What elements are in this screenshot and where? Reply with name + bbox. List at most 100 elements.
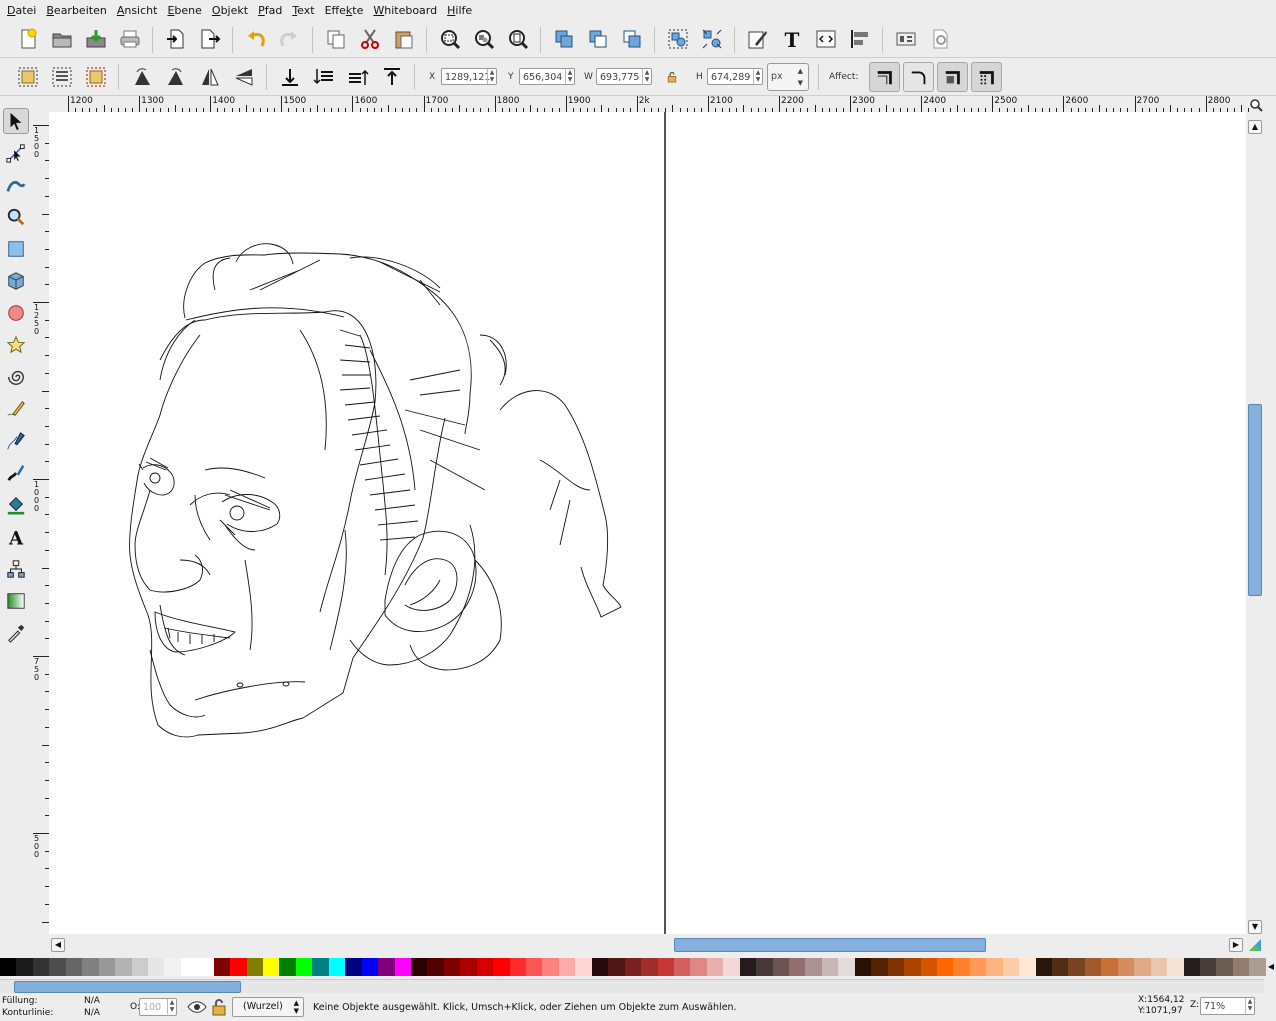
palette-swatch[interactable] xyxy=(1199,958,1217,976)
palette-menu-icon[interactable]: ◀ xyxy=(1266,958,1276,976)
select-all-layers-button[interactable] xyxy=(48,63,76,91)
zoom-tool[interactable] xyxy=(3,204,29,230)
palette-swatch[interactable] xyxy=(1084,958,1102,976)
unlink-clone-button[interactable] xyxy=(618,25,646,53)
palette-swatch[interactable] xyxy=(854,958,872,976)
palette-swatch[interactable] xyxy=(1117,958,1135,976)
palette-swatch[interactable] xyxy=(624,958,642,976)
palette-swatch[interactable] xyxy=(378,958,395,976)
color-manage-icon[interactable] xyxy=(1248,938,1262,952)
palette-swatch[interactable] xyxy=(1134,958,1151,976)
palette-swatch[interactable] xyxy=(49,958,66,976)
palette-swatch[interactable] xyxy=(164,958,181,976)
text-font-button[interactable]: T xyxy=(778,25,806,53)
palette-swatch[interactable] xyxy=(82,958,99,976)
palette-swatch[interactable] xyxy=(230,958,247,976)
zoom-drawing-button[interactable] xyxy=(470,25,498,53)
layer-lock-icon[interactable] xyxy=(205,993,233,1021)
palette-swatch[interactable] xyxy=(871,958,888,976)
menu-item-objekt[interactable]: Objekt xyxy=(207,0,253,21)
palette-swatch[interactable] xyxy=(657,958,674,976)
menu-item-datei[interactable]: Datei xyxy=(2,0,41,21)
export-button[interactable] xyxy=(196,25,224,53)
deselect-button[interactable] xyxy=(82,63,110,91)
palette-swatch[interactable] xyxy=(295,958,313,976)
x-spin-arrows[interactable]: ▲ ▼ xyxy=(487,69,496,84)
palette-swatch[interactable] xyxy=(361,958,379,976)
palette-swatch[interactable] xyxy=(246,958,263,976)
zoom-field[interactable]: 71% ▲ ▼ xyxy=(1200,997,1255,1015)
palette-swatch[interactable] xyxy=(410,958,428,976)
new-document-button[interactable] xyxy=(14,25,42,53)
selector-tool[interactable] xyxy=(3,108,29,134)
palette-swatch[interactable] xyxy=(1150,958,1168,976)
print-button[interactable] xyxy=(116,25,144,53)
connector-tool[interactable] xyxy=(3,556,29,582)
palette-swatch[interactable] xyxy=(821,958,839,976)
palette-swatch[interactable] xyxy=(213,958,231,976)
palette-swatch[interactable] xyxy=(904,958,921,976)
opacity-field[interactable]: 100 ▲ ▼ xyxy=(139,998,177,1016)
palette-swatch[interactable] xyxy=(131,958,148,976)
palette-swatch[interactable] xyxy=(1101,958,1118,976)
vertical-scrollbar[interactable]: ▲ ▼ xyxy=(1246,120,1262,934)
palette-swatch[interactable] xyxy=(16,958,33,976)
horizontal-scrollbar[interactable]: ◀ ▶ xyxy=(49,937,1246,953)
gradient-tool[interactable] xyxy=(3,588,29,614)
palette-swatch[interactable] xyxy=(1035,958,1052,976)
palette-swatch[interactable] xyxy=(32,958,50,976)
palette-swatch[interactable] xyxy=(789,958,806,976)
redo-button[interactable] xyxy=(274,25,302,53)
height-field[interactable]: 674,289 ▲ ▼ xyxy=(707,68,763,85)
affect-patterns-toggle[interactable] xyxy=(971,62,1002,92)
scroll-up-arrow-icon[interactable]: ▲ xyxy=(1248,120,1262,134)
palette-swatch[interactable] xyxy=(936,958,954,976)
zoom-page-button[interactable] xyxy=(504,25,532,53)
palette-swatch[interactable] xyxy=(1167,958,1184,976)
text-tool[interactable]: A xyxy=(3,524,29,550)
scroll-left-arrow-icon[interactable]: ◀ xyxy=(51,938,65,952)
palette-swatch[interactable] xyxy=(969,958,987,976)
dropper-tool[interactable] xyxy=(3,620,29,646)
palette-swatch[interactable] xyxy=(986,958,1003,976)
menu-item-hilfe[interactable]: Hilfe xyxy=(442,0,477,21)
import-button[interactable] xyxy=(162,25,190,53)
menu-item-whiteboard[interactable]: Whiteboard xyxy=(368,0,442,21)
palette-swatch[interactable] xyxy=(180,958,198,976)
3d-box-tool[interactable] xyxy=(3,268,29,294)
palette-swatch[interactable] xyxy=(575,958,592,976)
raise-button[interactable] xyxy=(344,63,372,91)
paste-button[interactable] xyxy=(390,25,418,53)
x-coordinate-field[interactable]: 1289,121 ▲ ▼ xyxy=(441,68,497,85)
xml-editor-button[interactable] xyxy=(812,25,840,53)
raise-to-top-button[interactable] xyxy=(378,63,406,91)
group-button[interactable] xyxy=(664,25,692,53)
palette-swatch[interactable] xyxy=(608,958,625,976)
palette-swatch[interactable] xyxy=(460,958,477,976)
copy-button[interactable] xyxy=(322,25,350,53)
palette-swatch[interactable] xyxy=(690,958,707,976)
rectangle-tool[interactable] xyxy=(3,236,29,262)
document-preferences-button[interactable] xyxy=(892,25,920,53)
palette-swatch[interactable] xyxy=(542,958,559,976)
palette-swatch[interactable] xyxy=(887,958,905,976)
palette-swatch[interactable] xyxy=(526,958,543,976)
select-all-button[interactable] xyxy=(14,63,42,91)
paint-bucket-tool[interactable] xyxy=(3,492,29,518)
palette-swatch[interactable] xyxy=(115,958,132,976)
spiral-tool[interactable] xyxy=(3,364,29,390)
affect-gradients-toggle[interactable] xyxy=(937,62,968,92)
vertical-scroll-thumb[interactable] xyxy=(1248,404,1262,596)
rotate-ccw-button[interactable] xyxy=(128,63,156,91)
palette-swatch[interactable] xyxy=(838,958,855,976)
width-field[interactable]: 693,775 ▲ ▼ xyxy=(596,68,652,85)
height-spin-arrows[interactable]: ▲ ▼ xyxy=(753,69,762,84)
palette-swatch[interactable] xyxy=(328,958,346,976)
stroke-value[interactable]: N/A xyxy=(84,1008,100,1018)
unit-select[interactable]: px ▲ ▼ xyxy=(767,63,809,91)
palette-swatch[interactable] xyxy=(279,958,296,976)
width-spin-arrows[interactable]: ▲ ▼ xyxy=(642,69,651,84)
clone-button[interactable] xyxy=(584,25,612,53)
menu-item-effekte[interactable]: Effekte xyxy=(320,0,369,21)
fill-value[interactable]: N/A xyxy=(84,996,100,1006)
